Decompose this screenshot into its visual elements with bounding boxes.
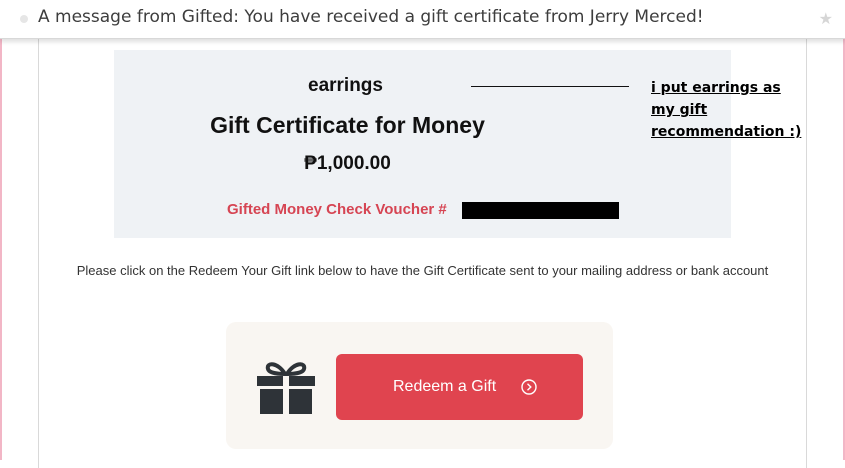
- redacted-voucher-number: [462, 202, 619, 219]
- star-icon[interactable]: ★: [819, 9, 833, 28]
- notification-bar[interactable]: A message from Gifted: You have received…: [0, 0, 845, 39]
- redeem-instructions: Please click on the Redeem Your Gift lin…: [76, 263, 769, 278]
- annotation-pointer-line: [471, 86, 629, 87]
- gift-icon: [257, 362, 315, 414]
- redeem-button-label: Redeem a Gift: [393, 378, 497, 395]
- redeem-gift-button[interactable]: Redeem a Gift: [336, 354, 583, 420]
- annotation-line: my gift: [651, 102, 708, 118]
- annotation-note: i put earrings as my gift recommendation…: [651, 77, 821, 143]
- arrow-right-circle-icon: [521, 379, 537, 395]
- voucher-label: Gifted Money Check Voucher #: [227, 201, 447, 218]
- gift-certificate: earrings Gift Certificate for Money ₱1,0…: [114, 50, 731, 238]
- certificate-title: Gift Certificate for Money: [210, 112, 485, 138]
- annotation-line: recommendation :): [651, 124, 802, 140]
- notification-message: A message from Gifted: You have received…: [38, 7, 704, 27]
- page-edge-left: [0, 38, 2, 460]
- annotation-line: i put earrings as: [651, 80, 781, 96]
- certificate-amount: ₱1,000.00: [304, 153, 391, 174]
- status-dot: [20, 15, 28, 23]
